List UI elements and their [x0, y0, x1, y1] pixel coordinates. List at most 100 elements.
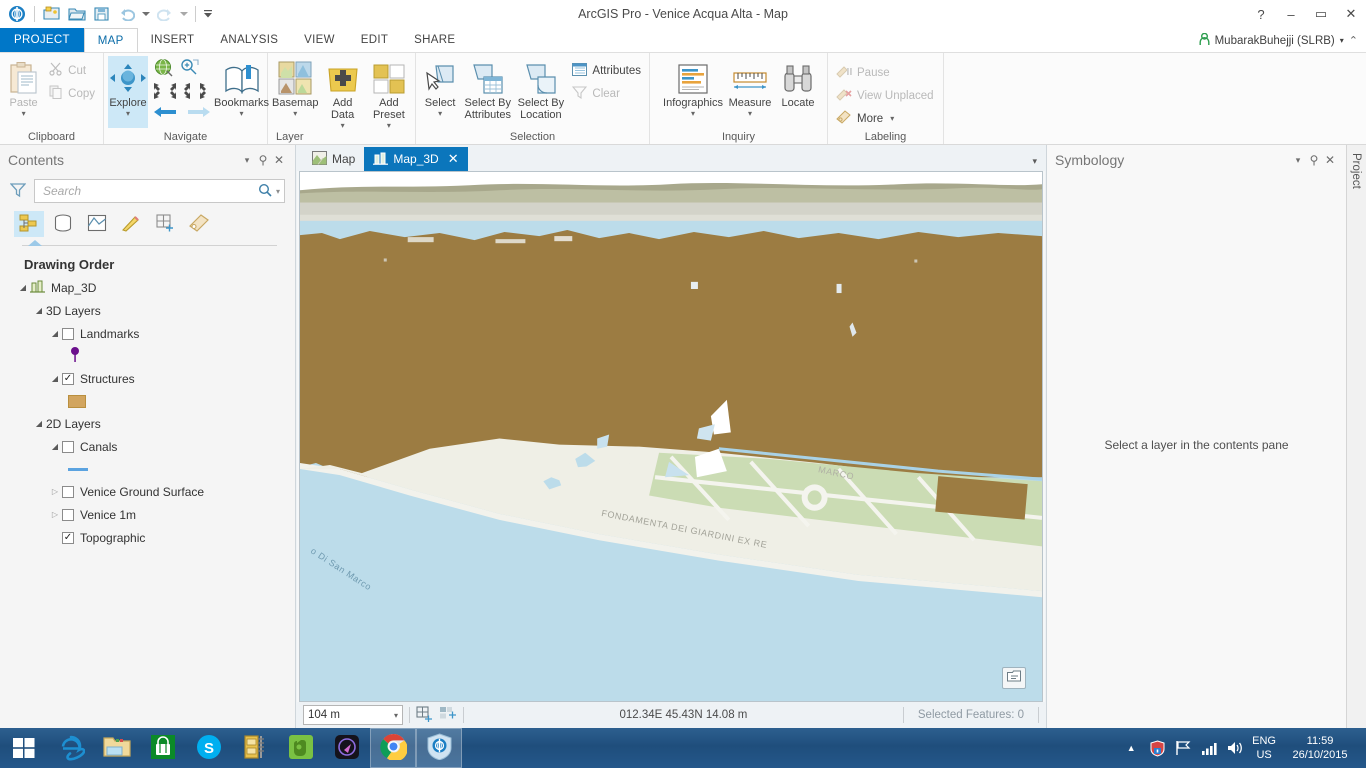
more-labeling-button[interactable]: More ▾ [832, 108, 938, 129]
layer-checkbox-landmarks[interactable] [62, 327, 74, 340]
save-project-icon[interactable] [41, 3, 63, 24]
volume-icon[interactable] [1226, 740, 1244, 756]
arrow-right-icon[interactable] [186, 104, 212, 123]
zoom-out-extent-icon[interactable] [154, 83, 176, 102]
toc-item-2d-layers[interactable]: ◢ 2D Layers [6, 412, 295, 435]
infographics-dropdown-icon[interactable]: ▾ [691, 110, 695, 118]
symbology-pane-pin-icon[interactable]: ⚲ [1306, 153, 1322, 167]
maximize-button[interactable]: ▭ [1306, 0, 1336, 28]
tab-project[interactable]: PROJECT [0, 28, 84, 52]
measure-button[interactable]: Measure ▾ [726, 56, 774, 118]
copy-button[interactable]: Copy [45, 83, 99, 104]
view-tab-close-icon[interactable]: ✕ [448, 151, 459, 167]
more-dropdown-icon[interactable]: ▾ [890, 114, 894, 123]
taskbar-arcgis-pro[interactable] [416, 728, 462, 768]
search-icon[interactable] [258, 183, 272, 200]
expander-icon[interactable]: ◢ [48, 329, 62, 338]
select-by-location-button[interactable]: Select By Location [515, 56, 566, 121]
wifi-signal-icon[interactable] [1200, 740, 1218, 756]
pause-labeling-button[interactable]: Pause [832, 62, 938, 83]
language-indicator[interactable]: ENG US [1252, 734, 1276, 762]
customize-qat-icon[interactable] [202, 3, 214, 24]
paste-button[interactable]: Paste ▾ [4, 56, 43, 118]
basemap-dropdown-icon[interactable]: ▾ [293, 110, 297, 118]
expander-icon[interactable]: ▷ [48, 487, 62, 496]
taskbar-media[interactable] [324, 728, 370, 768]
attributes-button[interactable]: Attributes [568, 60, 645, 81]
redo-icon[interactable] [154, 3, 176, 24]
zoom-in-region-icon[interactable] [180, 58, 200, 81]
map-3d-canvas[interactable]: o Di San Marco MARCO FONDAMENTA DEI GIAR… [299, 171, 1043, 702]
toc-item-venice-ground-surface[interactable]: ▷ Venice Ground Surface [6, 480, 295, 503]
zoom-in-extent-icon[interactable] [184, 83, 206, 102]
list-by-snapping-tab[interactable] [150, 211, 180, 237]
toc-item-map-3d[interactable]: ◢ Map_3D [6, 276, 295, 299]
app-logo-icon[interactable] [6, 3, 28, 24]
toc-item-3d-layers[interactable]: ◢ 3D Layers [6, 299, 295, 322]
project-side-tab[interactable]: Project [1346, 145, 1366, 728]
map-scale-dropdown-icon[interactable]: ▾ [394, 711, 398, 720]
measure-dropdown-icon[interactable]: ▾ [748, 110, 752, 118]
tab-share[interactable]: SHARE [401, 28, 468, 52]
expander-icon[interactable]: ◢ [16, 283, 30, 292]
list-by-selection-tab[interactable] [82, 211, 112, 237]
view-tab-map[interactable]: Map [303, 147, 364, 171]
help-button[interactable]: ? [1246, 0, 1276, 28]
select-button[interactable]: Select ▾ [420, 56, 460, 118]
view-tabs-overflow-icon[interactable]: ▾ [1032, 156, 1037, 167]
clear-button[interactable]: Clear [568, 83, 645, 104]
layer-checkbox-topographic[interactable]: ✓ [62, 531, 74, 544]
contents-search-box[interactable]: ▾ [34, 179, 285, 203]
tab-map[interactable]: MAP [83, 28, 138, 52]
toc-item-structures[interactable]: ◢ ✓ Structures [6, 367, 295, 390]
filter-funnel-icon[interactable] [9, 182, 28, 201]
taskbar-chrome[interactable] [370, 728, 416, 768]
redo-dropdown-icon[interactable] [179, 3, 189, 24]
taskbar-internet-explorer[interactable] [48, 728, 94, 768]
locate-button[interactable]: Locate [776, 56, 820, 109]
toc-item-canals[interactable]: ◢ Canals [6, 435, 295, 458]
explore-dropdown-icon[interactable]: ▾ [126, 110, 130, 118]
taskbar-winzip[interactable] [232, 728, 278, 768]
collapse-ribbon-icon[interactable]: ⌃ [1349, 34, 1358, 47]
arrow-left-icon[interactable] [152, 104, 178, 123]
expander-icon[interactable]: ▷ [48, 510, 62, 519]
select-by-attributes-button[interactable]: Select By Attributes [462, 56, 513, 121]
open-project-icon[interactable] [66, 3, 88, 24]
search-input[interactable] [43, 184, 258, 198]
taskbar-skype[interactable]: S [186, 728, 232, 768]
add-preset-dropdown-icon[interactable]: ▾ [387, 122, 391, 130]
list-by-data-source-tab[interactable] [48, 211, 78, 237]
add-preset-button[interactable]: Add Preset ▾ [367, 56, 411, 130]
add-data-button[interactable]: Add Data ▾ [320, 56, 364, 130]
tab-view[interactable]: VIEW [291, 28, 348, 52]
paste-dropdown-icon[interactable]: ▾ [22, 110, 26, 118]
bookmarks-button[interactable]: Bookmarks ▾ [214, 56, 269, 118]
close-button[interactable]: ✕ [1336, 0, 1366, 28]
layer-checkbox-venice-ground-surface[interactable] [62, 485, 74, 498]
account-dropdown-icon[interactable]: ▾ [1340, 36, 1344, 45]
show-hidden-icons-button[interactable]: ▲ [1122, 743, 1140, 753]
globe-extent-icon[interactable] [154, 58, 174, 81]
network-flag-icon[interactable] [1174, 740, 1192, 756]
bookmarks-dropdown-icon[interactable]: ▾ [240, 110, 244, 118]
explore-tool-icon[interactable] [439, 706, 457, 725]
select-dropdown-icon[interactable]: ▾ [438, 110, 442, 118]
contents-pane-menu-icon[interactable]: ▾ [239, 155, 255, 166]
minimize-button[interactable]: – [1276, 0, 1306, 28]
map-overlay-toggle[interactable] [1002, 667, 1026, 689]
tab-edit[interactable]: EDIT [348, 28, 401, 52]
expander-icon[interactable]: ◢ [48, 374, 62, 383]
layer-checkbox-venice-1m[interactable] [62, 508, 74, 521]
taskbar-clock[interactable]: 11:59 26/10/2015 [1284, 734, 1356, 762]
cut-button[interactable]: Cut [45, 60, 99, 81]
expander-icon[interactable]: ◢ [48, 442, 62, 451]
list-by-editing-tab[interactable] [116, 211, 146, 237]
layer-checkbox-canals[interactable] [62, 440, 74, 453]
taskbar-file-explorer[interactable] [94, 728, 140, 768]
infographics-button[interactable]: Infographics ▾ [662, 56, 724, 118]
explore-button[interactable]: Explore ▾ [108, 56, 148, 128]
view-tab-map-3d[interactable]: Map_3D ✕ [364, 147, 468, 171]
expander-icon[interactable]: ◢ [32, 306, 46, 315]
toc-item-topographic[interactable]: ▷ ✓ Topographic [6, 526, 295, 549]
